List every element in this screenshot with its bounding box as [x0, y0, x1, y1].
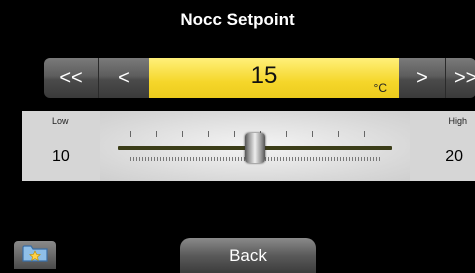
setpoint-value-display: 15 °C — [149, 58, 399, 98]
folder-button[interactable] — [14, 241, 56, 269]
setpoint-slider-panel: Low 10 High 20 — [22, 111, 475, 181]
decrease-button[interactable]: < — [98, 58, 149, 98]
setpoint-stepper: << < 15 °C > >> — [44, 58, 475, 98]
folder-star-icon — [22, 243, 48, 268]
page-title: Nocc Setpoint — [180, 10, 295, 29]
low-label: Low — [52, 116, 69, 126]
high-label: High — [448, 116, 467, 126]
fast-decrease-button[interactable]: << — [44, 58, 98, 98]
slider-thumb[interactable] — [245, 133, 265, 163]
low-value: 10 — [52, 148, 70, 165]
slider-area[interactable] — [100, 111, 410, 181]
increase-button[interactable]: > — [399, 58, 446, 98]
setpoint-unit: °C — [373, 81, 387, 95]
back-button[interactable]: Back — [180, 238, 316, 273]
fast-increase-button[interactable]: >> — [446, 58, 475, 98]
high-value: 20 — [445, 148, 463, 165]
setpoint-value: 15 — [250, 62, 278, 89]
